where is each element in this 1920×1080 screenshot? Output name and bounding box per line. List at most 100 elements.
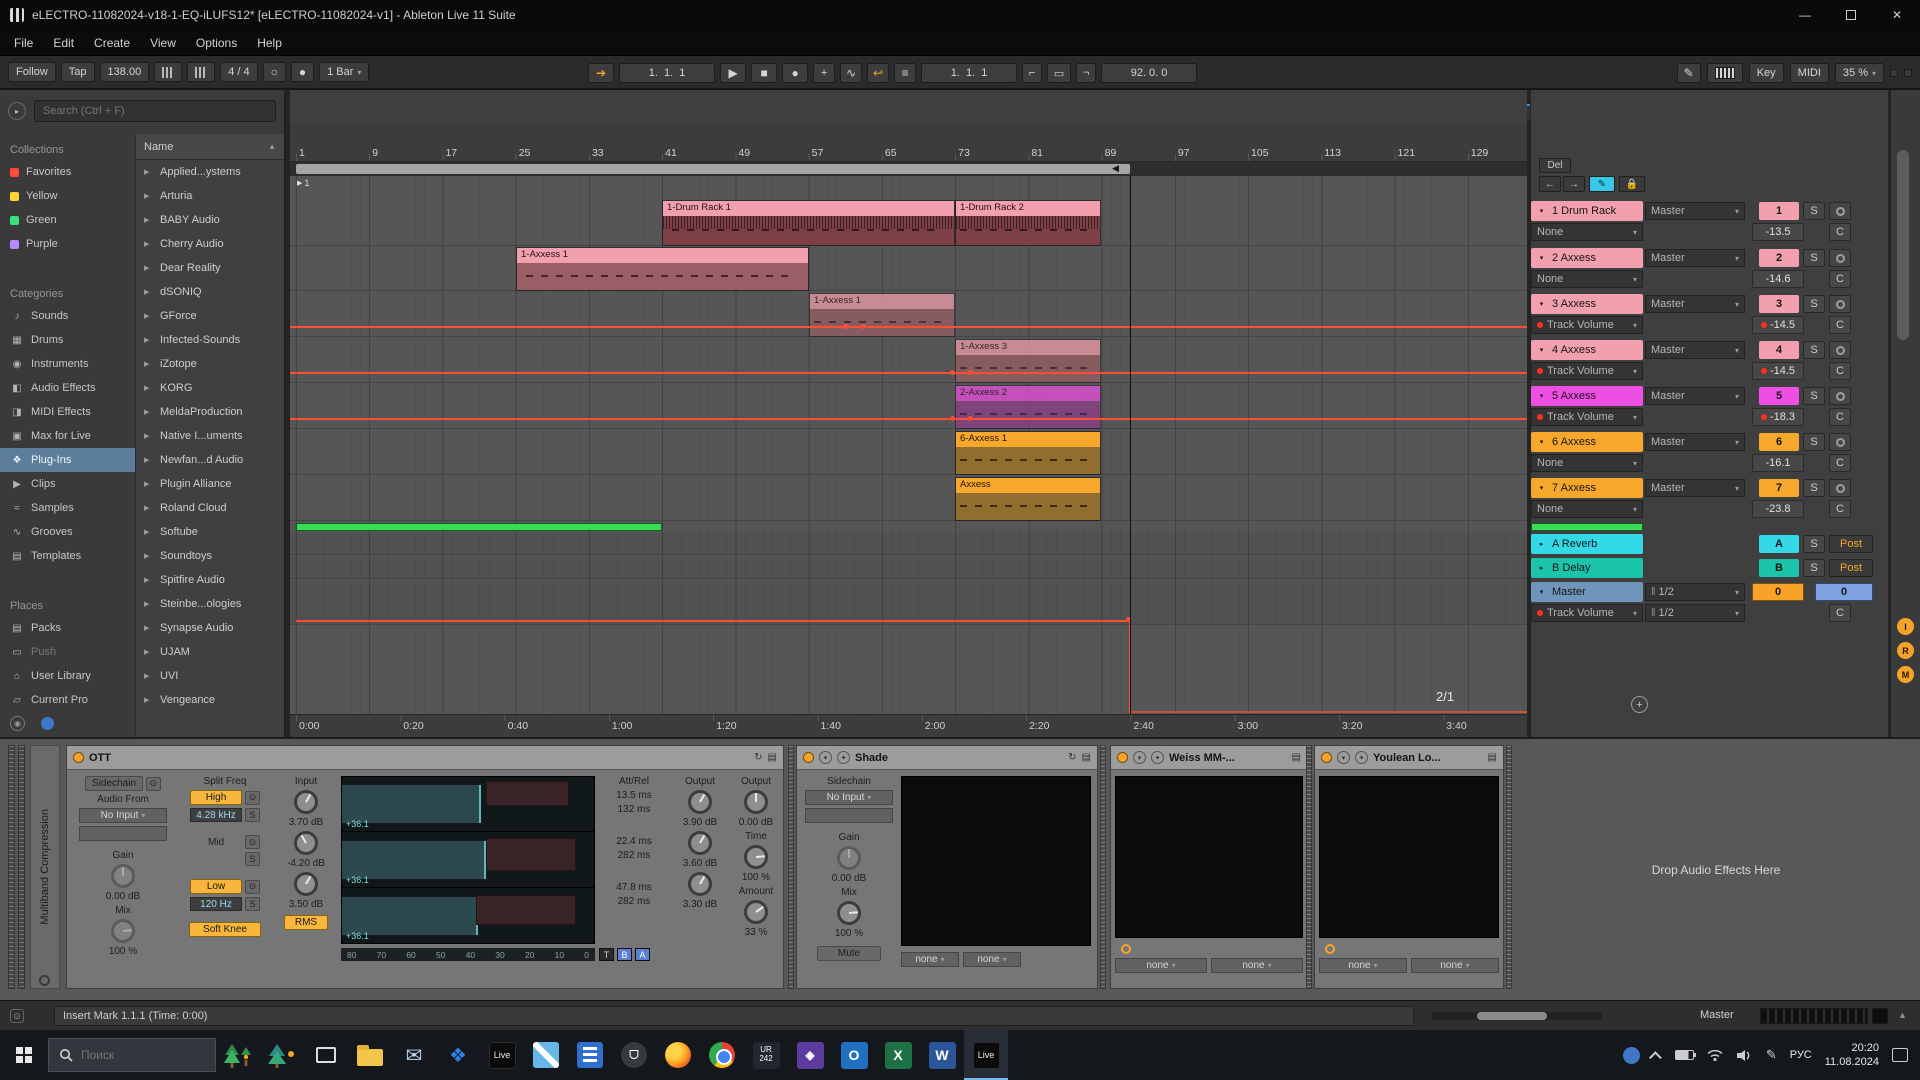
pen-icon[interactable]: ✎ <box>1766 1047 1777 1063</box>
browser-list-item[interactable]: ▶Arturia <box>136 184 284 208</box>
add-automation-lane-button[interactable]: + <box>1631 696 1648 713</box>
tempo-field[interactable]: 138.00 <box>100 62 150 82</box>
display-mode-a[interactable]: A <box>635 948 650 961</box>
expand-arrow-icon[interactable]: ▶ <box>144 360 154 368</box>
tray-expand-icon[interactable] <box>1649 1051 1662 1064</box>
arrangement-clip[interactable]: 1-Axxess 1 <box>516 247 809 291</box>
browser-list-item[interactable]: ▶GForce <box>136 304 284 328</box>
sidebar-item-purple[interactable]: Purple <box>0 232 135 256</box>
master-output-select[interactable]: ‖1/2▾ <box>1645 583 1745 601</box>
arm-button[interactable] <box>1829 295 1851 313</box>
sidebar-item-user-library[interactable]: ⌂User Library <box>0 664 135 688</box>
save-preset-icon[interactable]: ▤ <box>1082 752 1091 763</box>
expand-arrow-icon[interactable]: ▶ <box>144 696 154 704</box>
action-center-icon[interactable] <box>1892 1048 1908 1062</box>
sidebar-item-clips[interactable]: ▶Clips <box>0 472 135 496</box>
display-mode-t[interactable]: T <box>599 948 614 961</box>
plugin-display[interactable] <box>1319 776 1499 938</box>
expand-triangle-icon[interactable]: ▲ <box>1898 1010 1907 1020</box>
track-lane-2[interactable] <box>290 247 1527 291</box>
low-freq-value[interactable]: 120 Hz <box>190 897 242 911</box>
amount-knob[interactable] <box>744 900 768 924</box>
solo-button[interactable]: S <box>1803 387 1825 405</box>
sidebar-item-audio-effects[interactable]: ◧Audio Effects <box>0 376 135 400</box>
mixer-section-toggle[interactable]: M <box>1897 666 1914 683</box>
metronome-dot-button[interactable]: ● <box>291 62 314 82</box>
expand-arrow-icon[interactable]: ▶ <box>144 576 154 584</box>
plugin-param-slot[interactable]: none▾ <box>1319 958 1407 973</box>
track-lane-4[interactable] <box>290 339 1527 383</box>
browser-list-item[interactable]: ▶Newfan...d Audio <box>136 448 284 472</box>
device-title-bar[interactable]: ▾ ✦ Weiss MM-... ▤ <box>1111 746 1307 770</box>
attack-value[interactable]: 13.5 ms <box>616 790 652 801</box>
browser-list-item[interactable]: ▶Softube <box>136 520 284 544</box>
track-lane-6[interactable] <box>290 431 1527 475</box>
track-number[interactable]: 4 <box>1759 341 1799 359</box>
save-preset-icon[interactable]: ▤ <box>1292 752 1301 763</box>
master-lane[interactable] <box>290 581 1527 625</box>
record-button[interactable]: ● <box>782 63 808 83</box>
solo-button[interactable]: S <box>1803 433 1825 451</box>
key-map-button[interactable]: Key <box>1749 63 1784 83</box>
expand-arrow-icon[interactable]: ▶ <box>144 624 154 632</box>
track-number[interactable]: 3 <box>1759 295 1799 313</box>
device-power-icon[interactable] <box>803 752 814 763</box>
expand-arrow-icon[interactable]: ▶ <box>144 384 154 392</box>
stop-button[interactable]: ■ <box>751 63 777 83</box>
solo-button[interactable]: S <box>1803 535 1825 553</box>
taskbar-mail[interactable]: ✉ <box>392 1030 436 1080</box>
arrangement-clip[interactable]: 1-Drum Rack 1 <box>662 200 955 246</box>
minimized-track-header[interactable] <box>1531 523 1643 531</box>
menu-item[interactable]: View <box>140 31 186 55</box>
solo-button[interactable]: S <box>1803 559 1825 577</box>
arrangement-clip[interactable]: 1-Drum Rack 2 <box>955 200 1101 246</box>
loop-button[interactable]: ▭ <box>1047 63 1071 83</box>
browser-list-item[interactable]: ▶Plugin Alliance <box>136 472 284 496</box>
automation-breakpoint[interactable] <box>861 324 866 329</box>
volume-value[interactable]: -23.8 <box>1752 500 1804 518</box>
pan-value[interactable]: C <box>1829 408 1851 426</box>
return-track-header[interactable]: ▸B Delay B S Post <box>1531 557 1889 579</box>
track-lane-7[interactable] <box>290 477 1527 521</box>
pan-value[interactable]: C <box>1829 454 1851 472</box>
arm-button[interactable] <box>1829 249 1851 267</box>
volume-value[interactable]: -18.3 <box>1752 408 1804 426</box>
plugin-display[interactable] <box>1115 776 1303 938</box>
mix-knob[interactable] <box>837 901 861 925</box>
device-power-icon[interactable] <box>1321 752 1332 763</box>
sidebar-item-instruments[interactable]: ◉Instruments <box>0 352 135 376</box>
pan-value[interactable]: C <box>1829 223 1851 241</box>
browser-list-item[interactable]: ▶Native I...uments <box>136 424 284 448</box>
automation-select[interactable]: None▾ <box>1531 223 1643 241</box>
menu-item[interactable]: Help <box>247 31 292 55</box>
pan-value[interactable]: C <box>1829 500 1851 518</box>
sidebar-item-midi-effects[interactable]: ◨MIDI Effects <box>0 400 135 424</box>
fold-track-icon[interactable]: ▸ <box>1535 538 1548 551</box>
expand-arrow-icon[interactable]: ▶ <box>144 648 154 656</box>
search-input[interactable] <box>81 1048 191 1062</box>
sidebar-item-max-for-live[interactable]: ▣Max for Live <box>0 424 135 448</box>
plugin-param-slot[interactable]: none▾ <box>1211 958 1303 973</box>
expand-arrow-icon[interactable]: ▶ <box>144 240 154 248</box>
expand-arrow-icon[interactable]: ▶ <box>144 600 154 608</box>
menu-item[interactable]: File <box>4 31 43 55</box>
loop-end-marker-icon[interactable]: ◀ <box>1112 163 1119 174</box>
time-knob[interactable] <box>744 845 768 869</box>
automation-breakpoint[interactable] <box>968 370 973 375</box>
browser-list-item[interactable]: ▶dSONIQ <box>136 280 284 304</box>
loop-brace[interactable] <box>296 164 1130 174</box>
release-value[interactable]: 282 ms <box>618 850 651 861</box>
automation-select[interactable]: None▾ <box>1531 500 1643 518</box>
returns-section-toggle[interactable]: R <box>1897 642 1914 659</box>
track-header[interactable]: ▾6 Axxess Master▾ 6 S None▾ -16.1 C <box>1531 431 1889 475</box>
pan-value[interactable]: C <box>1829 604 1851 622</box>
solo-button[interactable]: S <box>1803 202 1825 220</box>
output-routing-select[interactable]: Master▾ <box>1645 341 1745 359</box>
mix-knob[interactable] <box>111 919 135 943</box>
arrangement-follow-button[interactable]: ➔ <box>588 63 614 83</box>
track-header[interactable]: ▾7 Axxess Master▾ 7 S None▾ -23.8 C <box>1531 477 1889 521</box>
language-indicator[interactable]: РУС <box>1790 1049 1812 1061</box>
pan-value[interactable]: C <box>1829 270 1851 288</box>
plugin-param-slot[interactable]: none▾ <box>1411 958 1499 973</box>
tap-tempo-button[interactable]: Tap <box>61 62 95 82</box>
